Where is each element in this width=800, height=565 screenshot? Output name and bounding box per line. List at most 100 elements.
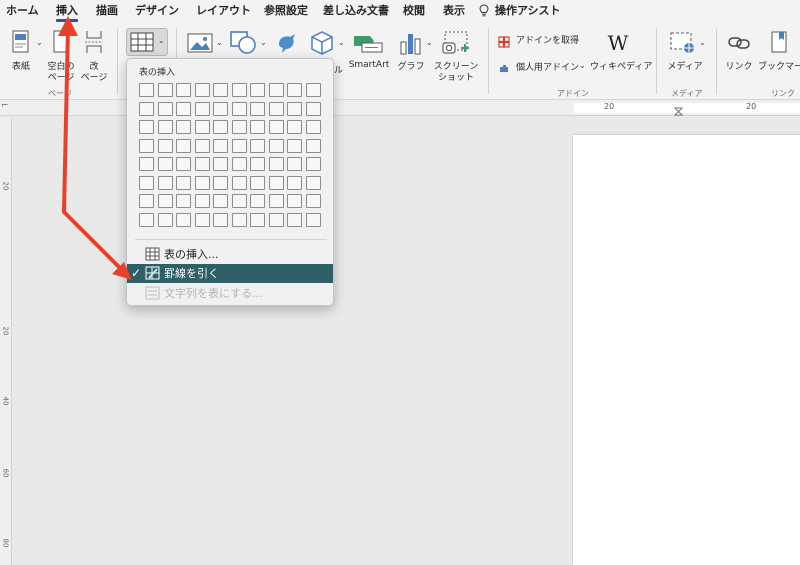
table-grid-cell[interactable] — [213, 83, 228, 97]
table-grid-cell[interactable] — [287, 194, 302, 208]
get-addins-button[interactable]: アドインを取得 — [498, 35, 588, 49]
table-grid-cell[interactable] — [250, 194, 265, 208]
table-grid-cell[interactable] — [231, 138, 247, 153]
table-grid-cell[interactable] — [139, 175, 154, 190]
tab-mailings[interactable]: 差し込み文書 — [323, 3, 389, 20]
table-grid-cell[interactable] — [139, 194, 154, 208]
table-grid-cell[interactable] — [139, 120, 154, 134]
tab-view[interactable]: 表示 — [443, 3, 465, 20]
personal-addins-button[interactable]: 個人用アドイン ⌄ — [498, 61, 590, 76]
table-grid-cell[interactable] — [157, 157, 173, 171]
table-grid-cell[interactable] — [231, 157, 247, 171]
table-grid-cell[interactable] — [231, 120, 247, 134]
table-grid-cell[interactable] — [157, 212, 173, 227]
table-grid-cell[interactable] — [139, 212, 154, 227]
tab-stop-icon[interactable]: ⌐ — [1, 101, 9, 111]
table-grid-cell[interactable] — [287, 83, 302, 97]
table-grid-cell[interactable] — [268, 194, 284, 208]
table-grid-cell[interactable] — [231, 194, 247, 208]
chevron-down-icon[interactable]: ⌄ — [36, 38, 43, 47]
icons-bird-icon[interactable] — [273, 30, 301, 56]
table-grid-cell[interactable] — [305, 138, 321, 153]
bookmark-button[interactable]: ブックマーク — [757, 30, 800, 74]
table-grid-cell[interactable] — [194, 101, 210, 116]
table-grid-cell[interactable] — [157, 120, 173, 134]
table-grid-cell[interactable] — [176, 194, 191, 208]
table-grid-cell[interactable] — [305, 83, 321, 97]
table-grid-cell[interactable] — [305, 101, 321, 116]
chart-button[interactable]: グラフ — [394, 30, 428, 74]
table-grid-cell[interactable] — [213, 120, 228, 134]
table-grid-cell[interactable] — [268, 138, 284, 153]
page-break-button[interactable]: 改 ページ — [79, 30, 109, 86]
indent-marker-icon[interactable] — [674, 107, 683, 116]
tab-references[interactable]: 参照設定 — [264, 3, 308, 20]
tab-layout[interactable]: レイアウト — [196, 3, 251, 20]
chevron-down-icon[interactable]: ⌄ — [260, 38, 267, 47]
table-grid-cell[interactable] — [157, 83, 173, 97]
table-grid-cell[interactable] — [176, 101, 191, 116]
table-grid-cell[interactable] — [287, 175, 302, 190]
table-grid-cell[interactable] — [287, 157, 302, 171]
table-grid-cell[interactable] — [231, 212, 247, 227]
table-grid-cell[interactable] — [213, 138, 228, 153]
link-button[interactable]: リンク — [723, 30, 755, 74]
table-grid-cell[interactable] — [213, 194, 228, 208]
table-grid-cell[interactable] — [231, 175, 247, 190]
table-grid-cell[interactable] — [250, 83, 265, 97]
table-grid-cell[interactable] — [176, 138, 191, 153]
table-grid-cell[interactable] — [231, 101, 247, 116]
table-grid-cell[interactable] — [194, 157, 210, 171]
table-grid-cell[interactable] — [268, 157, 284, 171]
tab-design[interactable]: デザイン — [135, 3, 179, 20]
table-grid-cell[interactable] — [250, 101, 265, 116]
table-grid-cell[interactable] — [250, 157, 265, 171]
table-grid-cell[interactable] — [176, 212, 191, 227]
table-grid-cell[interactable] — [139, 101, 154, 116]
table-grid-cell[interactable] — [157, 194, 173, 208]
table-grid-cell[interactable] — [176, 175, 191, 190]
media-button[interactable]: メディア — [664, 30, 706, 74]
tab-review[interactable]: 校閲 — [403, 3, 425, 20]
cover-page-button[interactable]: 表紙 — [6, 30, 36, 86]
table-grid-cell[interactable] — [139, 157, 154, 171]
table-grid-cell[interactable] — [287, 212, 302, 227]
table-grid-cell[interactable] — [213, 101, 228, 116]
tab-insert[interactable]: 挿入 — [56, 3, 78, 22]
table-grid-cell[interactable] — [194, 175, 210, 190]
pictures-icon[interactable] — [187, 32, 213, 54]
tab-draw[interactable]: 描画 — [96, 3, 118, 20]
table-grid-cell[interactable] — [250, 212, 265, 227]
chevron-down-icon[interactable]: ⌄ — [426, 38, 433, 47]
vertical-ruler[interactable]: 20 20 40 60 80 — [0, 117, 12, 565]
menu-item-draw-table[interactable]: ✓ 罫線を引く — [127, 264, 333, 283]
table-grid-cell[interactable] — [194, 212, 210, 227]
tab-tell-me[interactable]: 操作アシスト — [495, 3, 561, 20]
table-grid-cell[interactable] — [194, 83, 210, 97]
table-grid-cell[interactable] — [213, 157, 228, 171]
table-grid-cell[interactable] — [194, 194, 210, 208]
screenshot-button[interactable]: スクリーン ショット — [433, 30, 479, 86]
table-grid-cell[interactable] — [305, 120, 321, 134]
table-grid-cell[interactable] — [268, 83, 284, 97]
smartart-button[interactable]: SmartArt — [346, 30, 392, 74]
tab-home[interactable]: ホーム — [6, 3, 39, 20]
table-grid-cell[interactable] — [213, 175, 228, 190]
table-grid-cell[interactable] — [213, 212, 228, 227]
wikipedia-button[interactable]: W ウィキペディア — [590, 30, 652, 74]
table-grid-cell[interactable] — [231, 83, 247, 97]
table-grid-cell[interactable] — [305, 212, 321, 227]
document-page[interactable] — [573, 135, 800, 565]
table-grid-cell[interactable] — [268, 101, 284, 116]
table-grid-cell[interactable] — [139, 138, 154, 153]
table-grid-cell[interactable] — [305, 175, 321, 190]
table-grid-cell[interactable] — [139, 83, 154, 97]
shapes-icon[interactable] — [229, 30, 259, 54]
chevron-down-icon[interactable]: ⌄ — [216, 38, 223, 47]
table-grid-cell[interactable] — [176, 120, 191, 134]
table-grid-cell[interactable] — [194, 138, 210, 153]
table-grid-cell[interactable] — [157, 138, 173, 153]
table-grid-cell[interactable] — [157, 175, 173, 190]
table-grid-cell[interactable] — [194, 120, 210, 134]
3d-model-icon[interactable] — [309, 30, 335, 56]
